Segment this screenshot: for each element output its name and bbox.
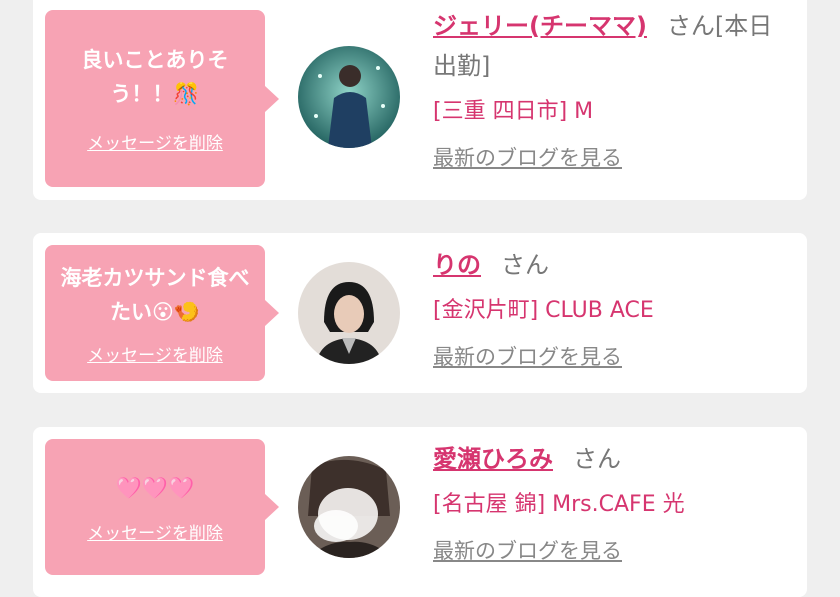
profile-info: りの さん [金沢片町] CLUB ACE 最新のブログを見る [433, 245, 793, 371]
avatar-photo-icon [298, 456, 400, 558]
avatar[interactable] [298, 456, 400, 558]
avatar[interactable] [298, 262, 400, 364]
avatar-photo-icon [298, 262, 400, 364]
delete-message-link[interactable]: メッセージを削除 [87, 519, 223, 544]
cast-name-link[interactable]: りの [433, 251, 481, 279]
hearts-emoji-icon: 🩷🩷🩷 [115, 475, 195, 500]
cast-name-link[interactable]: 愛瀬ひろみ [433, 445, 553, 473]
avatar-photo-icon [298, 46, 400, 148]
food-emoji-icon: 😮🍤 [151, 299, 201, 324]
name-line: 愛瀬ひろみ さん [433, 439, 793, 479]
message-bubble: 海老カツサンド食べたい😮🍤 メッセージを削除 [45, 245, 279, 381]
delete-message-link[interactable]: メッセージを削除 [87, 129, 223, 154]
name-line: ジェリー(チーママ) さん[本日出勤] [433, 6, 793, 86]
latest-blog-link[interactable]: 最新のブログを見る [433, 535, 622, 565]
favorite-card: 🩷🩷🩷 メッセージを削除 愛瀬ひろみ さん [名古屋 錦] Mrs.CAFE 光 … [33, 427, 807, 597]
profile-info: ジェリー(チーママ) さん[本日出勤] [三重 四日市] M 最新のブログを見る [433, 6, 793, 172]
message-bubble: 🩷🩷🩷 メッセージを削除 [45, 439, 279, 575]
message-bubble: 良いことありそう！！🎊 メッセージを削除 [45, 10, 279, 187]
delete-message-link[interactable]: メッセージを削除 [87, 341, 223, 366]
cast-name-link[interactable]: ジェリー(チーママ) [433, 12, 647, 40]
profile-info: 愛瀬ひろみ さん [名古屋 錦] Mrs.CAFE 光 最新のブログを見る [433, 439, 793, 565]
shop-label: [金沢片町] CLUB ACE [433, 298, 654, 323]
message-text: 良いことありそう！！🎊 [81, 48, 229, 106]
party-emoji-icon: 🎊 [173, 82, 200, 106]
shop-label: [三重 四日市] M [433, 99, 594, 124]
name-line: りの さん [433, 245, 793, 285]
favorite-card: 良いことありそう！！🎊 メッセージを削除 ジェリー(チーママ) さん[本日出勤] … [33, 0, 807, 200]
favorite-card: 海老カツサンド食べたい😮🍤 メッセージを削除 りの さん [金沢片町] CLUB … [33, 233, 807, 393]
latest-blog-link[interactable]: 最新のブログを見る [433, 341, 622, 371]
shop-label: [名古屋 錦] Mrs.CAFE 光 [433, 492, 685, 517]
message-text: 🩷🩷🩷 [108, 471, 202, 505]
avatar[interactable] [298, 46, 400, 148]
name-suffix: さん [501, 251, 549, 279]
message-text: 海老カツサンド食べたい😮🍤 [60, 265, 250, 324]
name-suffix: さん [573, 445, 621, 473]
latest-blog-link[interactable]: 最新のブログを見る [433, 142, 622, 172]
